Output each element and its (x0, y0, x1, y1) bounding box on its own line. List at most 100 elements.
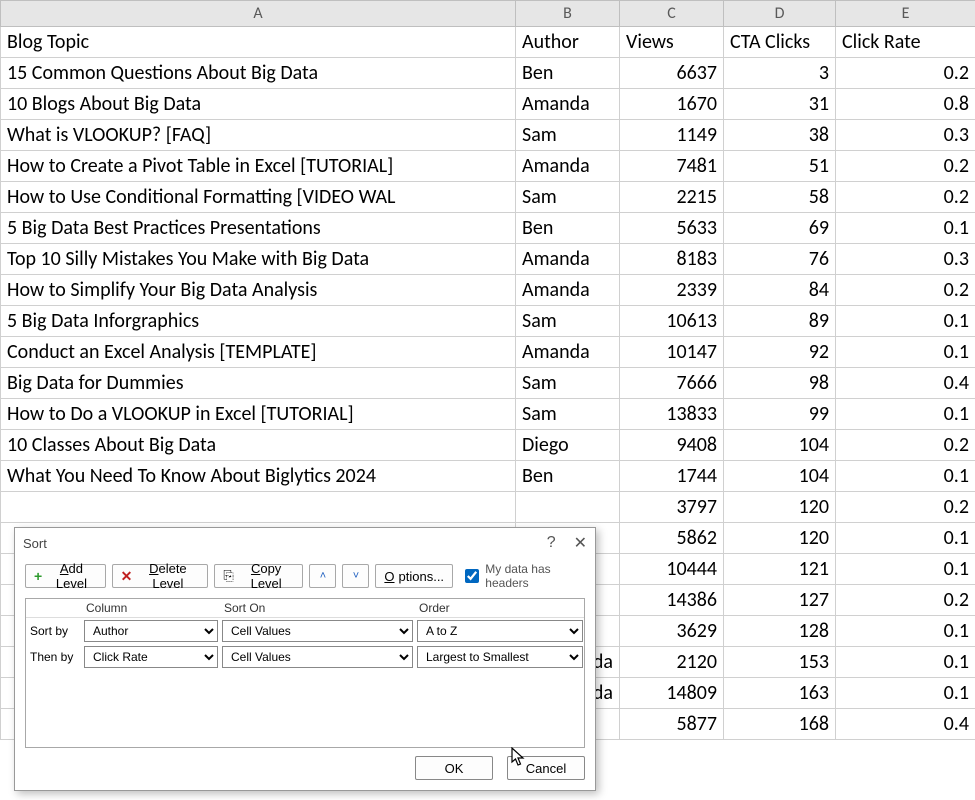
cell[interactable]: 5877 (620, 709, 724, 740)
cell[interactable] (516, 492, 620, 523)
cell[interactable]: 3797 (620, 492, 724, 523)
cell[interactable]: 10444 (620, 554, 724, 585)
cell[interactable]: 51 (724, 151, 836, 182)
cell[interactable]: 0.4 (836, 368, 975, 399)
cell[interactable]: 14386 (620, 585, 724, 616)
column-header-b[interactable]: B (516, 1, 620, 27)
header-rate[interactable]: Click Rate (836, 27, 975, 58)
cell[interactable]: 6637 (620, 58, 724, 89)
cell[interactable]: Conduct an Excel Analysis [TEMPLATE] (1, 337, 516, 368)
cell[interactable]: 0.1 (836, 554, 975, 585)
cell[interactable] (1, 492, 516, 523)
sort-on-select-2[interactable]: Cell Values (222, 646, 413, 668)
cell[interactable]: 0.1 (836, 616, 975, 647)
cell[interactable]: 84 (724, 275, 836, 306)
header-views[interactable]: Views (620, 27, 724, 58)
cell[interactable]: 1149 (620, 120, 724, 151)
cell[interactable]: 120 (724, 523, 836, 554)
cell[interactable]: 10147 (620, 337, 724, 368)
cell[interactable]: What You Need To Know About Biglytics 20… (1, 461, 516, 492)
cell[interactable]: 0.1 (836, 523, 975, 554)
cell[interactable]: Big Data for Dummies (1, 368, 516, 399)
cell[interactable]: Ben (516, 213, 620, 244)
cancel-button[interactable]: Cancel (507, 756, 585, 780)
cell[interactable]: 153 (724, 647, 836, 678)
cell[interactable]: 3 (724, 58, 836, 89)
move-up-button[interactable]: ˄ (309, 564, 336, 588)
cell[interactable]: How to Do a VLOOKUP in Excel [TUTORIAL] (1, 399, 516, 430)
header-cta[interactable]: CTA Clicks (724, 27, 836, 58)
cell[interactable]: 38 (724, 120, 836, 151)
cell[interactable]: 5862 (620, 523, 724, 554)
cell[interactable]: 5633 (620, 213, 724, 244)
cell[interactable]: Amanda (516, 275, 620, 306)
cell[interactable]: 2215 (620, 182, 724, 213)
cell[interactable]: Ben (516, 461, 620, 492)
cell[interactable]: 104 (724, 430, 836, 461)
cell[interactable]: 0.2 (836, 182, 975, 213)
headers-checkbox-wrap[interactable]: My data has headers (465, 562, 585, 590)
cell[interactable]: 0.4 (836, 709, 975, 740)
cell[interactable]: Top 10 Silly Mistakes You Make with Big … (1, 244, 516, 275)
cell[interactable]: Amanda (516, 89, 620, 120)
cell[interactable]: 0.1 (836, 647, 975, 678)
cell[interactable]: 99 (724, 399, 836, 430)
cell[interactable]: 0.2 (836, 58, 975, 89)
cell[interactable]: 0.1 (836, 461, 975, 492)
cell[interactable]: 7666 (620, 368, 724, 399)
dialog-title-bar[interactable]: Sort ? ✕ (15, 528, 595, 558)
cell[interactable]: 14809 (620, 678, 724, 709)
cell[interactable]: 0.1 (836, 678, 975, 709)
cell[interactable]: 89 (724, 306, 836, 337)
cell[interactable]: 168 (724, 709, 836, 740)
cell[interactable]: 10 Classes About Big Data (1, 430, 516, 461)
help-icon[interactable]: ? (547, 534, 556, 552)
column-header-a[interactable]: A (1, 1, 516, 27)
cell[interactable]: 128 (724, 616, 836, 647)
cell[interactable]: 76 (724, 244, 836, 275)
cell[interactable]: 8183 (620, 244, 724, 275)
cell[interactable]: 0.2 (836, 151, 975, 182)
header-author[interactable]: Author (516, 27, 620, 58)
options-button[interactable]: Options... (375, 564, 453, 588)
cell[interactable]: 3629 (620, 616, 724, 647)
cell[interactable]: How to Simplify Your Big Data Analysis (1, 275, 516, 306)
cell[interactable]: 10613 (620, 306, 724, 337)
cell[interactable]: Sam (516, 182, 620, 213)
cell[interactable]: 0.3 (836, 120, 975, 151)
cell[interactable]: 13833 (620, 399, 724, 430)
cell[interactable]: 98 (724, 368, 836, 399)
cell[interactable]: 31 (724, 89, 836, 120)
cell[interactable]: Amanda (516, 244, 620, 275)
cell[interactable]: Sam (516, 368, 620, 399)
cell[interactable]: 120 (724, 492, 836, 523)
cell[interactable]: 0.1 (836, 213, 975, 244)
cell[interactable]: 5 Big Data Inforgraphics (1, 306, 516, 337)
column-header-e[interactable]: E (836, 1, 975, 27)
cell[interactable]: 1744 (620, 461, 724, 492)
sort-column-select-1[interactable]: Author (84, 620, 218, 642)
close-icon[interactable]: ✕ (574, 533, 587, 553)
column-header-c[interactable]: C (620, 1, 724, 27)
cell[interactable]: 127 (724, 585, 836, 616)
cell[interactable]: 121 (724, 554, 836, 585)
sort-order-select-2[interactable]: Largest to Smallest (417, 646, 583, 668)
add-level-button[interactable]: + Add Level (25, 564, 106, 588)
cell[interactable]: Sam (516, 399, 620, 430)
cell[interactable]: 9408 (620, 430, 724, 461)
headers-checkbox[interactable] (465, 568, 479, 584)
sort-column-select-2[interactable]: Click Rate (84, 646, 218, 668)
cell[interactable]: 58 (724, 182, 836, 213)
cell[interactable]: 0.1 (836, 337, 975, 368)
cell[interactable]: Amanda (516, 151, 620, 182)
cell[interactable]: How to Use Conditional Formatting [VIDEO… (1, 182, 516, 213)
ok-button[interactable]: OK (415, 756, 493, 780)
cell[interactable]: 0.3 (836, 244, 975, 275)
cell[interactable]: 2339 (620, 275, 724, 306)
cell[interactable]: 0.2 (836, 430, 975, 461)
header-topic[interactable]: Blog Topic (1, 27, 516, 58)
cell[interactable]: 1670 (620, 89, 724, 120)
cell[interactable]: Sam (516, 306, 620, 337)
cell[interactable]: 15 Common Questions About Big Data (1, 58, 516, 89)
cell[interactable]: 0.1 (836, 306, 975, 337)
